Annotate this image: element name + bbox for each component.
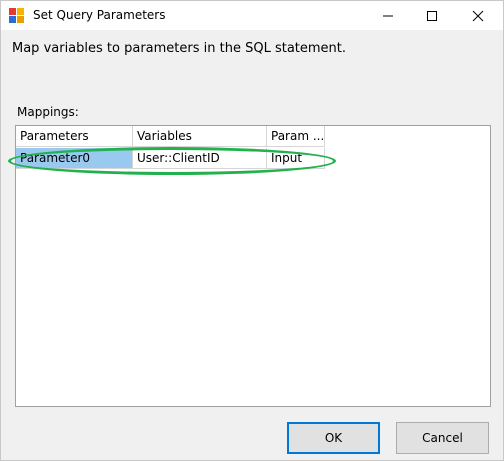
- close-button[interactable]: [455, 1, 501, 30]
- column-header-variables[interactable]: Variables: [133, 126, 267, 147]
- window-title: Set Query Parameters: [33, 8, 166, 22]
- column-header-parameters[interactable]: Parameters: [16, 126, 133, 147]
- cell-parameter[interactable]: Parameter0: [16, 148, 133, 169]
- grid-header: Parameters Variables Param ...: [16, 126, 325, 148]
- cancel-button[interactable]: Cancel: [396, 422, 489, 454]
- minimize-icon: [383, 15, 393, 16]
- maximize-button[interactable]: [409, 1, 455, 30]
- column-header-param-direction[interactable]: Param ...: [267, 126, 325, 147]
- close-icon: [472, 10, 484, 21]
- ssis-task-icon: [9, 8, 24, 23]
- table-row[interactable]: Parameter0 User::ClientID Input: [16, 148, 325, 170]
- minimize-button[interactable]: [365, 1, 411, 30]
- mappings-grid[interactable]: Parameters Variables Param ... Parameter…: [15, 125, 491, 407]
- cell-direction[interactable]: Input: [267, 148, 325, 169]
- title-bar[interactable]: Set Query Parameters: [1, 1, 503, 30]
- cell-variable[interactable]: User::ClientID: [133, 148, 267, 169]
- mappings-label: Mappings:: [17, 105, 79, 119]
- dialog-window: Set Query Parameters Map variables to pa…: [0, 0, 504, 461]
- ok-button[interactable]: OK: [287, 422, 380, 454]
- maximize-icon: [427, 10, 437, 21]
- dialog-description: Map variables to parameters in the SQL s…: [12, 41, 347, 56]
